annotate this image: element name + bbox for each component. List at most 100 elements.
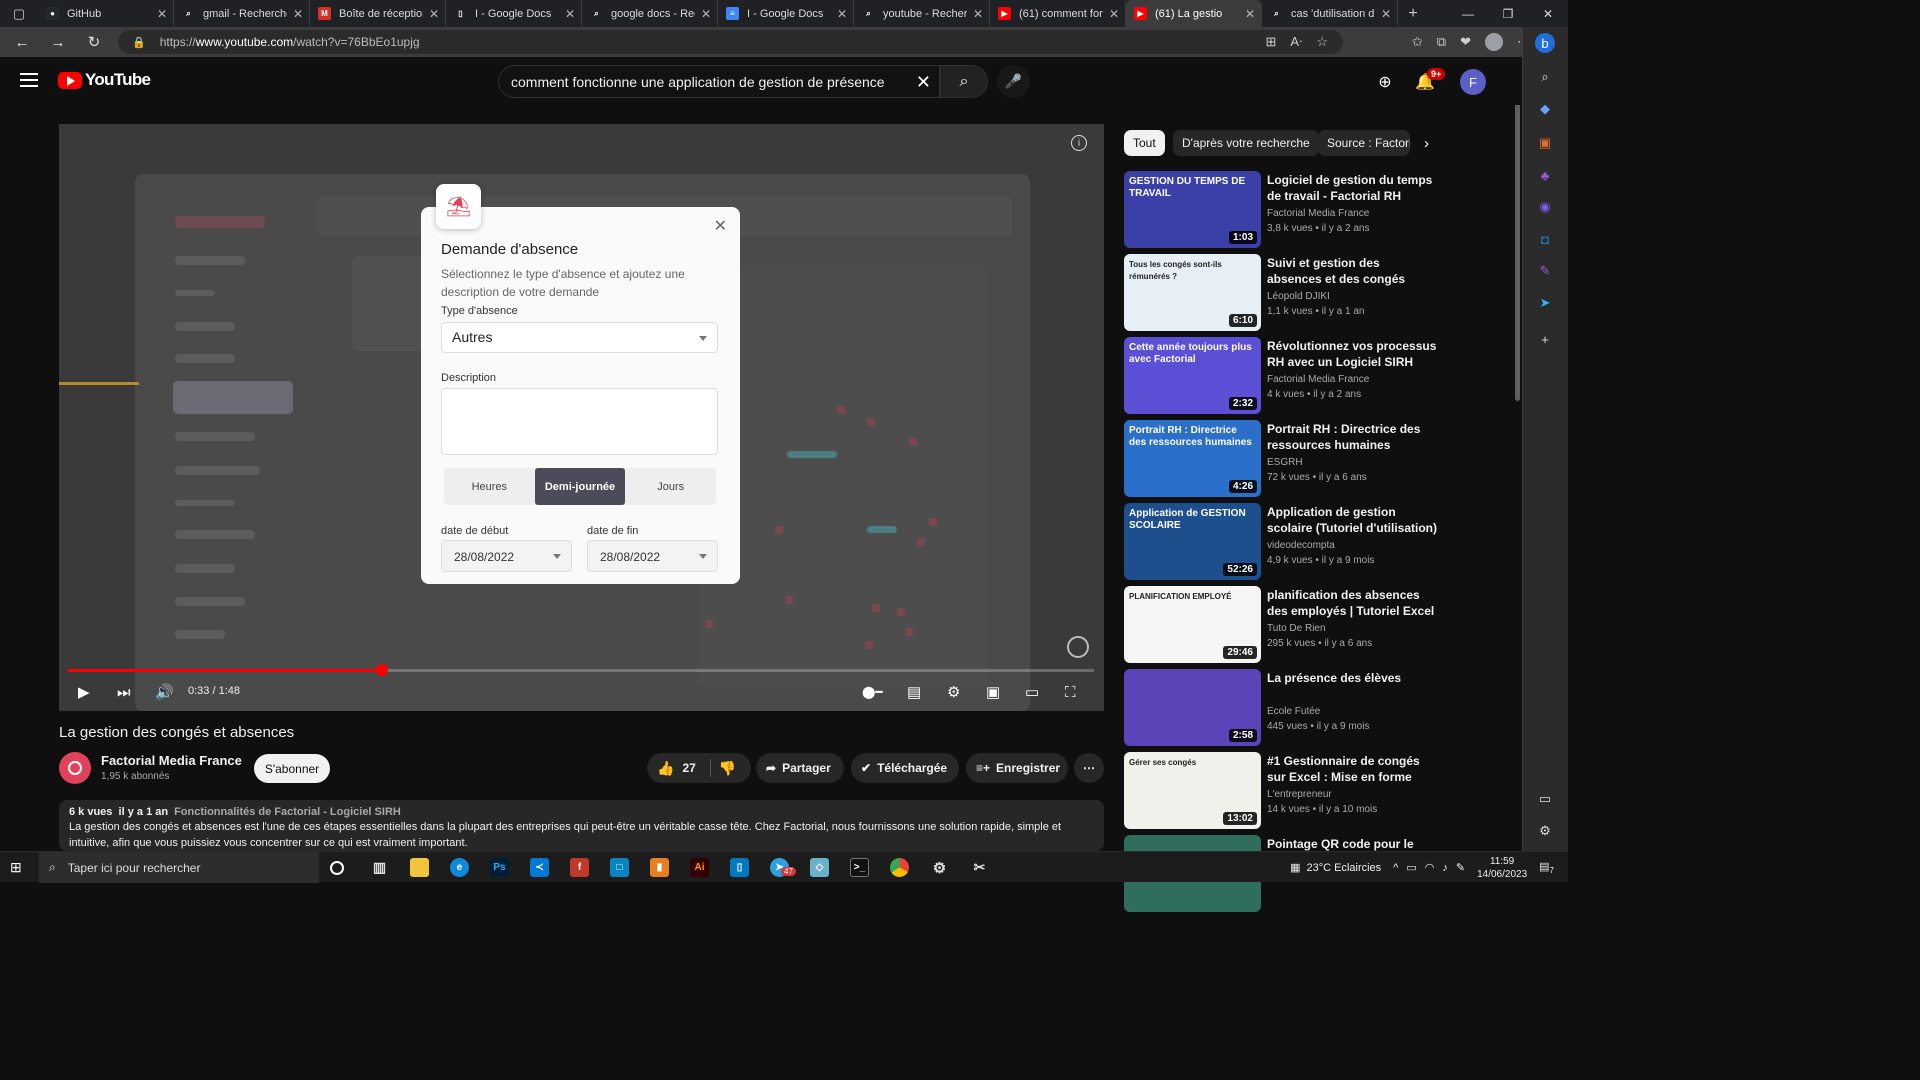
info-icon[interactable]: i (1071, 135, 1087, 151)
weather-icon[interactable]: ▦ (1290, 861, 1300, 874)
hamburger-menu-icon[interactable] (20, 73, 38, 87)
recommended-title[interactable]: Portrait RH : Directrice des ressources … (1267, 421, 1437, 453)
designer-icon[interactable]: ✎ (1535, 261, 1555, 281)
tray-chevron-icon[interactable]: ^ (1393, 862, 1398, 874)
restore-icon[interactable]: ❐ (1488, 0, 1528, 27)
tab-close-icon[interactable]: ✕ (429, 7, 439, 21)
trello-icon[interactable]: ▯ (730, 858, 749, 877)
browser-tab[interactable]: ▶ (61) La gestio ✕ (1126, 0, 1262, 27)
file-explorer-icon[interactable] (410, 858, 429, 877)
new-tab-button[interactable]: + (1398, 5, 1428, 23)
extensions-icon[interactable]: ❤ (1460, 34, 1471, 50)
volume-icon[interactable]: 🔊 (155, 681, 174, 703)
minimize-icon[interactable]: — (1448, 0, 1488, 27)
cortana-icon[interactable] (330, 861, 344, 875)
edge-icon[interactable]: e (450, 858, 469, 877)
tab-close-icon[interactable]: ✕ (1245, 7, 1255, 21)
pen-icon[interactable]: ✎ (1456, 861, 1465, 874)
autoplay-toggle-icon[interactable]: ⬤━ (862, 681, 883, 703)
favorite-star-icon[interactable]: ☆ (1316, 34, 1328, 50)
voice-search-button[interactable]: 🎤 (997, 65, 1030, 98)
tab-close-icon[interactable]: ✕ (973, 7, 983, 21)
profile-avatar[interactable] (1485, 33, 1503, 51)
games-icon[interactable]: ♣ (1535, 165, 1555, 185)
sidebar-search-icon[interactable]: ⌕ (1535, 67, 1555, 87)
dislike-icon[interactable]: 👎 (719, 760, 736, 777)
recommended-channel[interactable]: L'entrepreneur (1267, 789, 1332, 800)
chevron-right-icon[interactable]: › (1424, 135, 1429, 152)
miniplayer-icon[interactable]: ▣ (986, 681, 1000, 703)
add-sidebar-icon[interactable]: + (1535, 329, 1555, 349)
theater-mode-icon[interactable]: ▭ (1025, 681, 1039, 703)
settings-gear-icon[interactable]: ⚙ (947, 681, 960, 703)
url-field[interactable]: 🔒 https://www.youtube.com/watch?v=76BbEo… (118, 30, 1343, 54)
tab-close-icon[interactable]: ✕ (157, 7, 167, 21)
settings-icon[interactable]: ⚙ (930, 858, 949, 877)
filezilla-icon[interactable]: f (570, 858, 589, 877)
system-clock[interactable]: 11:59 14/06/2023 (1477, 855, 1527, 881)
sidebar-toggle-icon[interactable]: ▭ (1535, 789, 1555, 809)
video-player[interactable]: i ⛱ ✕ Demande d'absence Sélectionnez le … (59, 124, 1104, 711)
recommended-video[interactable]: Tous les congés sont-ils rémunérés ? 6:10… (1124, 254, 1509, 332)
subscribe-button[interactable]: S'abonner (254, 754, 330, 783)
weather-text[interactable]: 23°C Eclaircies (1306, 862, 1381, 874)
app-available-icon[interactable]: ⊞ (1265, 34, 1276, 50)
taskbar-search[interactable]: ⌕ Taper ici pour rechercher (39, 852, 319, 883)
search-input[interactable]: comment fonctionne une application de ge… (498, 65, 940, 98)
bing-chat-icon[interactable]: b (1535, 33, 1555, 53)
recommended-channel[interactable]: Factorial Media France (1267, 208, 1369, 219)
next-video-icon[interactable]: ⏭ (117, 681, 131, 703)
recommended-title[interactable]: La présence des élèves (1267, 670, 1437, 686)
channel-name[interactable]: Factorial Media France (101, 753, 242, 768)
recommended-title[interactable]: Pointage QR code pour le (1267, 836, 1437, 852)
account-avatar[interactable]: F (1460, 69, 1486, 95)
play-icon[interactable]: ▶ (78, 681, 90, 703)
video-thumbnail[interactable]: Tous les congés sont-ils rémunérés ? 6:10 (1124, 254, 1261, 331)
browser-tab[interactable]: ⌕ youtube - Recherch ✕ (854, 0, 990, 27)
save-button[interactable]: ≡+ Enregistrer (966, 753, 1068, 783)
recommended-channel[interactable]: Léopold DJIKI (1267, 291, 1330, 302)
chrome-icon[interactable] (890, 858, 909, 877)
recommended-video[interactable]: 2:58 La présence des élèves Ecole Futée 445… (1124, 669, 1509, 747)
collections-icon[interactable]: ⧉ (1437, 34, 1446, 50)
video-thumbnail[interactable]: Application de GESTION SCOLAIRE 52:26 (1124, 503, 1261, 580)
browser-tab[interactable]: ≡ I - Google Docs ✕ (718, 0, 854, 27)
sidebar-settings-icon[interactable]: ⚙ (1535, 821, 1555, 841)
video-progress-bar[interactable] (68, 664, 1094, 676)
tools-icon[interactable]: ▣ (1535, 133, 1555, 153)
browser-tab[interactable]: ▯ I - Google Docs ✕ (446, 0, 582, 27)
download-button[interactable]: ✔ Téléchargée (851, 753, 959, 783)
tab-close-icon[interactable]: ✕ (701, 7, 711, 21)
browser-tab[interactable]: ▶ (61) comment fonc ✕ (990, 0, 1126, 27)
recommended-video[interactable]: Pointage QR code pour le (1124, 835, 1509, 912)
recommended-video[interactable]: Portrait RH : Directrice des ressources … (1124, 420, 1509, 498)
share-button[interactable]: ➦ Partager (756, 753, 844, 783)
tab-close-icon[interactable]: ✕ (1381, 7, 1391, 21)
photoshop-icon[interactable]: Ps (490, 858, 509, 877)
youtube-logo[interactable]: YouTube (58, 70, 151, 90)
browser-tab[interactable]: ⌕ gmail - Recherche ✕ (174, 0, 310, 27)
search-button[interactable]: ⌕ (940, 65, 988, 98)
vscode-icon[interactable]: ≺ (530, 858, 549, 877)
app-icon-blue[interactable]: □ (610, 858, 629, 877)
progress-scrubber[interactable] (375, 664, 388, 676)
subtitles-icon[interactable]: ▤ (907, 681, 921, 703)
network-icon[interactable]: ▭ (1406, 861, 1416, 874)
tab-close-icon[interactable]: ✕ (293, 7, 303, 21)
outlook-icon[interactable]: ◘ (1535, 229, 1555, 249)
recommended-title[interactable]: Logiciel de gestion du temps de travail … (1267, 172, 1437, 204)
recommended-video[interactable]: Cette année toujours plus avec Factorial… (1124, 337, 1509, 415)
notification-center-icon[interactable]: ▤7 (1539, 860, 1554, 875)
video-thumbnail[interactable]: Portrait RH : Directrice des ressources … (1124, 420, 1261, 497)
channel-avatar[interactable] (59, 752, 91, 784)
chip-all[interactable]: Tout (1124, 130, 1165, 156)
recommended-title[interactable]: #1 Gestionnaire de congés sur Excel : Mi… (1267, 753, 1437, 785)
tab-close-icon[interactable]: ✕ (837, 7, 847, 21)
recommended-channel[interactable]: ESGRH (1267, 457, 1303, 468)
app-icon-orange[interactable]: ▮ (650, 858, 669, 877)
chip-related[interactable]: D'après votre recherche (1173, 130, 1319, 156)
close-window-icon[interactable]: ✕ (1528, 0, 1568, 27)
m365-icon[interactable]: ◉ (1535, 197, 1555, 217)
read-aloud-icon[interactable]: Aᐧ (1290, 34, 1302, 50)
video-thumbnail[interactable]: Gérer ses congés 13:02 (1124, 752, 1261, 829)
